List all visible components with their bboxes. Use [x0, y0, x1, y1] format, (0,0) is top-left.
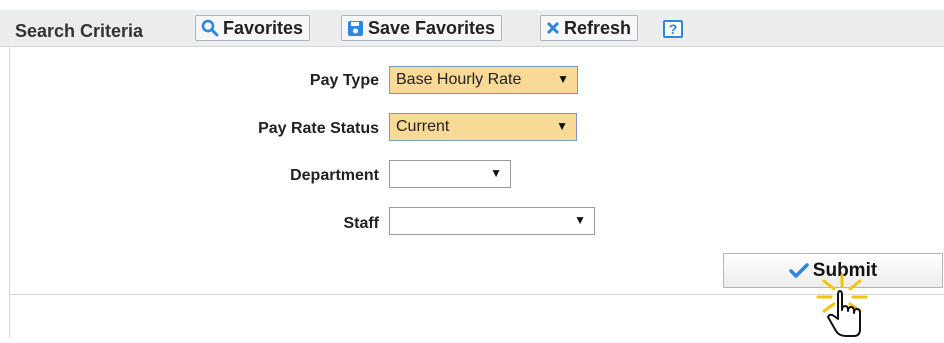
chevron-down-icon: ▼	[574, 213, 586, 227]
favorites-label: Favorites	[223, 17, 304, 38]
pay-type-value: Base Hourly Rate	[396, 71, 522, 88]
pay-type-select[interactable]: Base Hourly Rate ▼	[389, 66, 578, 94]
toolbar-title: Search Criteria	[15, 21, 144, 41]
chevron-down-icon: ▼	[557, 72, 569, 86]
favorites-button[interactable]: Favorites	[195, 15, 311, 41]
hand-pointer-icon	[812, 273, 872, 343]
pay-rate-status-value: Current	[396, 118, 450, 135]
staff-select[interactable]: ▼	[389, 207, 595, 235]
save-favorites-label: Save Favorites	[368, 17, 496, 38]
department-select[interactable]: ▼	[389, 160, 511, 188]
help-icon[interactable]: ?	[663, 20, 683, 38]
save-icon	[347, 20, 364, 37]
pay-type-label: Pay Type	[309, 72, 379, 89]
department-label: Department	[290, 167, 379, 184]
save-favorites-button[interactable]: Save Favorites	[341, 15, 503, 41]
panel-divider	[9, 294, 944, 295]
chevron-down-icon: ▼	[490, 166, 502, 180]
refresh-label: Refresh	[564, 17, 632, 38]
search-criteria-toolbar: Search Criteria Favorites Save Favorites…	[0, 10, 944, 47]
close-icon	[546, 21, 560, 35]
chevron-down-icon: ▼	[556, 119, 568, 133]
checkmark-icon	[789, 262, 809, 279]
staff-label: Staff	[343, 215, 379, 232]
pay-rate-status-label: Pay Rate Status	[258, 120, 379, 137]
search-icon	[201, 19, 219, 37]
pay-rate-status-select[interactable]: Current ▼	[389, 113, 577, 141]
refresh-button[interactable]: Refresh	[540, 15, 639, 41]
